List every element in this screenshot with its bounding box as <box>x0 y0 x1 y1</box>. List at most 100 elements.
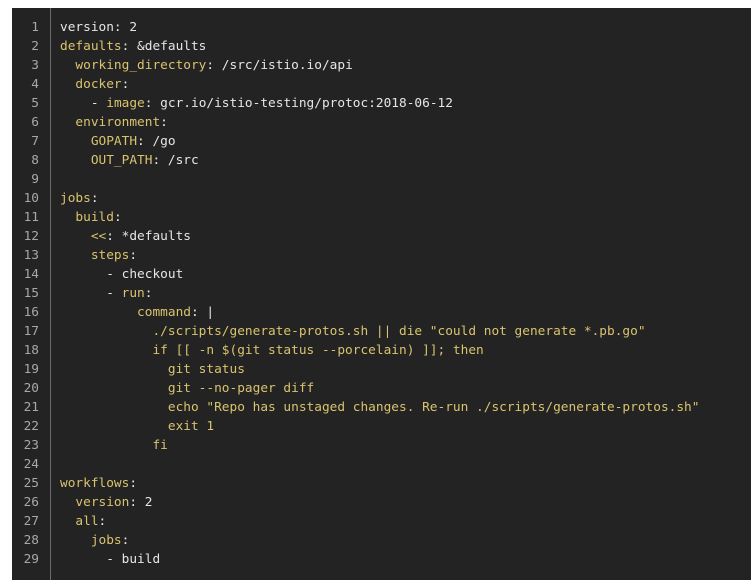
code-line: 1 version: 2 <box>12 18 751 37</box>
code-line: 2 defaults: &defaults <box>12 37 751 56</box>
yaml-key-token: version <box>60 495 130 510</box>
line-number: 18 <box>23 343 39 358</box>
yaml-key-token: steps <box>60 248 130 263</box>
line-number: 7 <box>31 134 39 149</box>
yaml-key-token: run <box>121 286 145 301</box>
code-text: defaults: &defaults <box>60 37 206 56</box>
code-text: echo "Repo has unstaged changes. Re-run … <box>60 398 700 417</box>
code-token: - checkout <box>60 267 184 282</box>
code-text: build: <box>60 208 122 227</box>
code-text: all: <box>60 512 106 531</box>
yaml-key-token: GOPATH <box>60 134 138 149</box>
code-text: - run: <box>60 284 152 303</box>
code-line: 22 exit 1 <box>12 417 751 436</box>
code-text: git status <box>60 360 245 379</box>
yaml-key-token: if [[ -n $(git status --porcelain) ]]; t… <box>60 343 484 358</box>
code-text: exit 1 <box>60 417 214 436</box>
code-line: 4 docker: <box>12 75 751 94</box>
code-line: 25 workflows: <box>12 474 751 493</box>
yaml-key-token: jobs <box>60 533 122 548</box>
code-token: : <box>121 77 130 92</box>
yaml-key-token: command <box>60 305 191 320</box>
line-number: 25 <box>23 476 39 491</box>
yaml-key-token: OUT_PATH <box>60 153 153 168</box>
code-token: : /src/istio.io/api <box>206 58 353 73</box>
code-text: environment: <box>60 113 168 132</box>
line-number: 3 <box>31 58 39 73</box>
line-number: 6 <box>31 115 39 130</box>
code-token: - <box>60 96 107 111</box>
code-text: if [[ -n $(git status --porcelain) ]]; t… <box>60 341 484 360</box>
line-number: 23 <box>23 438 39 453</box>
code-token: : <box>90 191 99 206</box>
code-text: docker: <box>60 75 129 94</box>
line-number: 28 <box>23 533 39 548</box>
code-line: 12 <<: *defaults <box>12 227 751 246</box>
code-lines: 1 version: 2 2 defaults: &defaults 3 working… <box>12 18 751 569</box>
line-number: 4 <box>31 77 39 92</box>
code-token: : 2 <box>129 495 153 510</box>
code-line: 15 - run: <box>12 284 751 303</box>
yaml-key-token: git status <box>60 362 245 377</box>
code-line: 13 steps: <box>12 246 751 265</box>
code-line: 28 jobs: <box>12 531 751 550</box>
line-number: 10 <box>23 191 39 206</box>
code-text: ./scripts/generate-protos.sh || die "cou… <box>60 322 646 341</box>
code-token: : <box>129 476 138 491</box>
code-token: - <box>60 286 122 301</box>
yaml-key-token: ./scripts/generate-protos.sh || die "cou… <box>60 324 646 339</box>
code-text: version: 2 <box>60 493 152 512</box>
yaml-key-token: << <box>60 229 107 244</box>
line-number: 2 <box>31 39 39 54</box>
code-line: 18 if [[ -n $(git status --porcelain) ]]… <box>12 341 751 360</box>
yaml-key-token: build <box>60 210 114 225</box>
code-text: - build <box>60 550 160 569</box>
line-number: 22 <box>23 419 39 434</box>
line-number: 1 <box>31 20 39 35</box>
code-editor[interactable]: 1 version: 2 2 defaults: &defaults 3 working… <box>12 8 751 580</box>
code-token: : <box>98 514 107 529</box>
line-number: 24 <box>23 457 39 472</box>
code-text: jobs: <box>60 531 130 550</box>
line-number: 9 <box>31 172 39 187</box>
code-line: 20 git --no-pager diff <box>12 379 751 398</box>
code-text: workflows: <box>60 474 137 493</box>
code-text: command: | <box>60 303 214 322</box>
line-number: 5 <box>31 96 39 111</box>
yaml-key-token: image <box>106 96 145 111</box>
code-text: fi <box>60 436 167 455</box>
code-text: - checkout <box>60 265 183 284</box>
code-token: : *defaults <box>106 229 191 244</box>
code-line: 14 - checkout <box>12 265 751 284</box>
code-text: version: 2 <box>60 18 137 37</box>
code-text: GOPATH: /go <box>60 132 176 151</box>
line-number: 20 <box>23 381 39 396</box>
code-line: 5 - image: gcr.io/istio-testing/protoc:2… <box>12 94 751 113</box>
yaml-key-token: echo "Repo has unstaged changes. Re-run … <box>60 400 700 415</box>
code-line: 29 - build <box>12 550 751 569</box>
code-token: : <box>144 286 153 301</box>
code-token: - build <box>60 552 161 567</box>
line-number: 27 <box>23 514 39 529</box>
code-line: 27 all: <box>12 512 751 531</box>
line-number: 15 <box>23 286 39 301</box>
line-number: 13 <box>23 248 39 263</box>
code-text: working_directory: /src/istio.io/api <box>60 56 353 75</box>
code-line: 3 working_directory: /src/istio.io/api <box>12 56 751 75</box>
code-token: : <box>160 115 168 130</box>
code-text: git --no-pager diff <box>60 379 314 398</box>
yaml-key-token: environment <box>60 115 161 130</box>
code-text: OUT_PATH: /src <box>60 151 199 170</box>
line-number: 17 <box>23 324 39 339</box>
code-line: 16 command: | <box>12 303 751 322</box>
yaml-key-token: exit 1 <box>60 419 215 434</box>
line-number: 21 <box>23 400 39 415</box>
yaml-key-token: defaults <box>60 39 122 54</box>
code-token: : | <box>190 305 215 320</box>
yaml-key-token: git --no-pager diff <box>60 381 315 396</box>
code-token: : <box>113 210 122 225</box>
code-token: version: 2 <box>60 20 138 35</box>
line-number: 26 <box>23 495 39 510</box>
code-text: - image: gcr.io/istio-testing/protoc:201… <box>60 94 453 113</box>
code-line: 9 <box>12 170 751 189</box>
